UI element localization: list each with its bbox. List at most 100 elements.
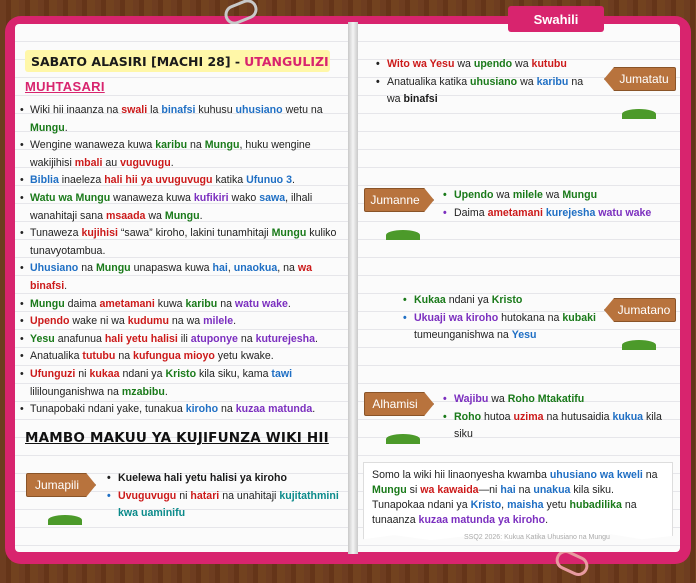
text-run: na hutusaidia xyxy=(543,410,613,423)
text-run: . xyxy=(315,332,318,345)
language-tab[interactable]: Swahili xyxy=(508,6,604,32)
text-run: ndani ya xyxy=(445,294,492,306)
text-run: . xyxy=(170,156,174,169)
text-run: Watu wa Mungu xyxy=(30,191,111,204)
text-run: kuzaa matunda ya kiroho xyxy=(418,514,546,526)
text-run: kubaki xyxy=(562,311,596,324)
signpost-icon: Jumatano xyxy=(600,292,676,352)
text-run: kujihisi xyxy=(81,227,118,240)
text-run: na xyxy=(217,297,235,310)
summary-heading: MUHTASARI xyxy=(25,79,105,94)
text-run: Mungu xyxy=(30,121,65,134)
summary-point: Uhusiano na Mungu unapaswa kuwa hai, una… xyxy=(20,260,338,295)
day-list-alhamisi: Wajibu wa Roho MtakatifuRoho hutoa uzima… xyxy=(443,391,675,444)
day-list-jumapili: Kuelewa hali yetu halisi ya kiroho Uvuguv… xyxy=(107,470,343,523)
text-run: tutubu xyxy=(82,350,116,363)
text-run: na xyxy=(642,469,658,481)
text-run: Daima xyxy=(454,206,488,219)
signpost-icon: Jumatatu xyxy=(600,61,676,121)
summary-point: Biblia inaeleza hali hii ya uvuguvugu ka… xyxy=(20,172,338,190)
text-run: hali yetu halisi xyxy=(104,332,178,345)
text-run: milele xyxy=(512,189,543,201)
text-run: wa xyxy=(454,58,474,70)
day-point: Uvuguvugu ni hatari na unahitaji kujitat… xyxy=(107,488,343,523)
text-run: Upendo xyxy=(30,315,70,328)
text-run: mbali xyxy=(74,156,103,169)
text-run: Ukuaji wa kiroho xyxy=(414,311,499,324)
text-run: hai xyxy=(212,262,228,275)
text-run: . xyxy=(312,403,316,416)
text-run: , na xyxy=(277,262,298,275)
text-run: kudumu xyxy=(127,315,169,328)
day-point: Wito wa Yesu wa upendo wa kutubu xyxy=(376,56,598,74)
day-list-jumatano: Kukaa ndani ya KristoUkuaji wa kiroho hu… xyxy=(403,292,603,345)
text-run: karibu xyxy=(185,297,218,310)
text-run: kukaa xyxy=(89,367,120,380)
text-run: katika xyxy=(212,174,247,187)
text-run: Mungu xyxy=(204,139,240,152)
text-run: yetu kwake. xyxy=(214,350,274,363)
text-run: Roho Mtakatifu xyxy=(507,393,585,405)
summary-point: Tunapobaki ndani yake, tunakua kiroho na… xyxy=(20,401,338,419)
text-run: wa xyxy=(493,189,513,201)
text-run: Mungu xyxy=(164,209,200,222)
day-list-jumanne: Upendo wa milele wa MunguDaima ametamani… xyxy=(443,187,673,222)
text-run: wa xyxy=(145,209,165,222)
text-run: Kuelewa hali yetu halisi ya kiroho xyxy=(118,472,287,484)
text-run: Wajibu xyxy=(454,393,489,405)
text-run: Ufunuo 3 xyxy=(246,174,292,187)
text-run: hubadilika xyxy=(569,499,622,511)
text-run: karibu xyxy=(155,139,188,152)
text-run: Mungu xyxy=(95,262,131,275)
day-point: Daima ametamani kurejesha watu wake xyxy=(443,205,673,223)
summary-point: Watu wa Mungu wanaweza kuwa kufikiri wak… xyxy=(20,190,338,225)
text-run: Somo la wiki hii linaonyesha kwamba xyxy=(372,469,550,481)
text-run: wa xyxy=(542,189,563,201)
text-run: uhusiano xyxy=(235,104,283,116)
summary-point: Yesu anafunua hali yetu halisi ili atupo… xyxy=(20,331,338,349)
text-run: binafsi xyxy=(161,104,196,116)
text-run: binafsi xyxy=(403,93,438,106)
text-run: tumeunganishwa na xyxy=(414,329,512,342)
text-run: hutokana na xyxy=(498,311,563,324)
text-run: na xyxy=(237,332,256,345)
text-run: kila siku, kama xyxy=(196,367,272,380)
summary-point: Wengine wanaweza kuwa karibu na Mungu, h… xyxy=(20,137,338,172)
summary-point: Upendo wake ni wa kudumu na wa milele. xyxy=(20,313,338,331)
text-run: tawi xyxy=(271,367,293,380)
text-run: wake ni wa xyxy=(69,315,128,328)
key-points-heading: MAMBO MAKUU YA KUJIFUNZA WIKI HII xyxy=(25,430,329,446)
day-point: Wajibu wa Roho Mtakatifu xyxy=(443,391,675,409)
summary-point: Wiki hii inaanza na swali la binafsi kuh… xyxy=(20,102,338,137)
text-run: yetu xyxy=(543,499,570,511)
day-point: Roho hutoa uzima na hutusaidia kukua kil… xyxy=(443,409,675,444)
text-run: Uhusiano xyxy=(30,262,79,275)
day-point: Kuelewa hali yetu halisi ya kiroho xyxy=(107,470,343,488)
text-run: . xyxy=(233,315,237,328)
text-run: watu wake xyxy=(234,297,288,310)
text-run: Mungu xyxy=(30,297,65,310)
text-run: Kristo xyxy=(491,294,523,306)
day-list-jumatatu: Wito wa Yesu wa upendo wa kutubuAnatuali… xyxy=(376,56,598,109)
text-run: lililounganishwa na xyxy=(30,385,122,398)
day-label-jumanne: Jumanne xyxy=(364,188,434,212)
text-run: . xyxy=(164,385,168,398)
text-run: unapaswa kuwa xyxy=(130,262,213,275)
text-run: vuguvugu xyxy=(120,156,171,169)
text-run: kuturejesha xyxy=(255,332,316,345)
footer-credit: SSQ2 2026: Kukua Katika Uhusiano na Mung… xyxy=(464,534,610,541)
text-run: na unahitaji xyxy=(219,489,280,502)
text-run: wako xyxy=(228,191,260,204)
text-run: —ni xyxy=(478,484,501,496)
text-run: . xyxy=(545,514,549,526)
text-run: ametamani xyxy=(487,206,543,219)
text-run: Mungu xyxy=(372,484,407,496)
text-run: Kristo xyxy=(470,499,502,511)
lesson-title-main: SABATO ALASIRI [MACHI 28] - xyxy=(31,53,241,69)
text-run: wetu na xyxy=(282,104,323,116)
text-run: na xyxy=(115,350,134,363)
text-run: Tunapobaki ndani yake, tunakua xyxy=(30,403,186,416)
text-run: Yesu xyxy=(511,329,537,342)
day-label-alhamisi: Alhamisi xyxy=(364,392,434,416)
day-label-jumatatu: Jumatatu xyxy=(604,67,676,91)
